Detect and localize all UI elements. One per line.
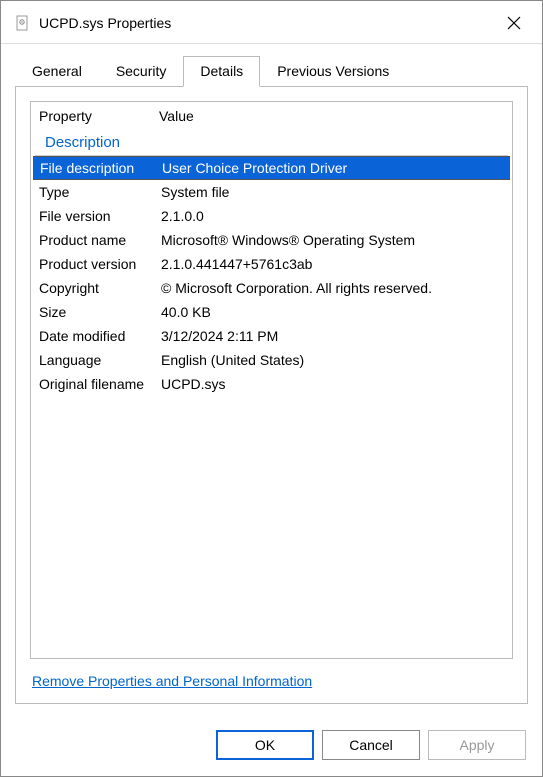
property-name: Date modified (39, 328, 161, 344)
remove-properties-link[interactable]: Remove Properties and Personal Informati… (30, 659, 513, 689)
column-header-value[interactable]: Value (159, 108, 504, 124)
file-icon (13, 14, 31, 32)
property-value: 2.1.0.441447+5761c3ab (161, 256, 504, 272)
apply-button[interactable]: Apply (428, 730, 526, 760)
button-bar: OK Cancel Apply (1, 716, 542, 776)
property-row[interactable]: Original filename UCPD.sys (31, 372, 512, 396)
property-row[interactable]: Product name Microsoft® Windows® Operati… (31, 228, 512, 252)
cancel-button[interactable]: Cancel (322, 730, 420, 760)
tab-content: Property Value Description File descript… (15, 86, 528, 704)
group-description[interactable]: Description (35, 130, 508, 156)
property-value: System file (161, 184, 504, 200)
property-value: © Microsoft Corporation. All rights rese… (161, 280, 504, 296)
titlebar: UCPD.sys Properties (1, 1, 542, 44)
property-row[interactable]: Date modified 3/12/2024 2:11 PM (31, 324, 512, 348)
column-header-property[interactable]: Property (39, 108, 159, 124)
property-name: Copyright (39, 280, 161, 296)
property-value: User Choice Protection Driver (162, 160, 503, 176)
property-value: UCPD.sys (161, 376, 504, 392)
tab-details[interactable]: Details (183, 56, 260, 87)
property-row[interactable]: Copyright © Microsoft Corporation. All r… (31, 276, 512, 300)
property-name: File version (39, 208, 161, 224)
property-value: 2.1.0.0 (161, 208, 504, 224)
property-name: Type (39, 184, 161, 200)
property-name: File description (40, 160, 162, 176)
close-icon (507, 16, 521, 30)
property-row[interactable]: File description User Choice Protection … (33, 156, 510, 180)
property-name: Original filename (39, 376, 161, 392)
window-title: UCPD.sys Properties (39, 15, 498, 31)
properties-list: File description User Choice Protection … (31, 156, 512, 658)
properties-panel: Property Value Description File descript… (30, 101, 513, 659)
property-name: Size (39, 304, 161, 320)
property-value: 40.0 KB (161, 304, 504, 320)
property-row[interactable]: File version 2.1.0.0 (31, 204, 512, 228)
tab-security[interactable]: Security (99, 56, 184, 86)
tab-general[interactable]: General (15, 56, 99, 86)
property-value: Microsoft® Windows® Operating System (161, 232, 504, 248)
property-name: Language (39, 352, 161, 368)
property-value: 3/12/2024 2:11 PM (161, 328, 504, 344)
close-button[interactable] (498, 11, 530, 35)
tab-previous-versions[interactable]: Previous Versions (260, 56, 406, 86)
ok-button[interactable]: OK (216, 730, 314, 760)
property-row[interactable]: Product version 2.1.0.441447+5761c3ab (31, 252, 512, 276)
property-value: English (United States) (161, 352, 504, 368)
property-name: Product name (39, 232, 161, 248)
properties-header: Property Value (31, 102, 512, 130)
property-name: Product version (39, 256, 161, 272)
property-row[interactable]: Language English (United States) (31, 348, 512, 372)
property-row[interactable]: Size 40.0 KB (31, 300, 512, 324)
tab-strip: General Security Details Previous Versio… (1, 44, 542, 86)
property-row[interactable]: Type System file (31, 180, 512, 204)
